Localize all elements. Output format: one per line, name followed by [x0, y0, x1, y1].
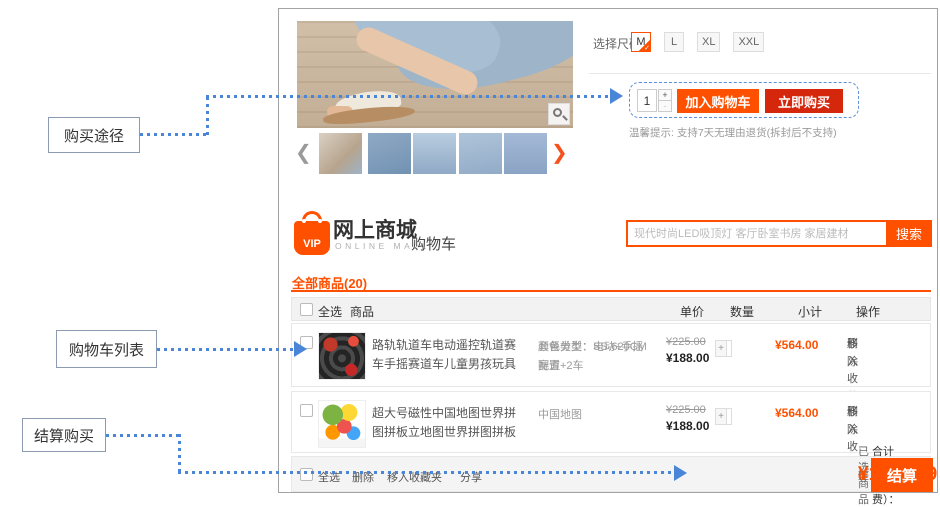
col-product: 商品 [350, 303, 374, 320]
col-quantity: 数量 [730, 303, 754, 320]
size-chip-xl[interactable]: XL [697, 32, 720, 52]
cart-section-title: 全部商品(20) [292, 273, 367, 292]
delete-link[interactable]: 删除 [847, 336, 858, 371]
product-image-china-map[interactable] [318, 400, 366, 448]
vip-bag-logo-icon: VIP [294, 211, 330, 255]
leader-line-3a [106, 434, 180, 437]
thumbnail-2[interactable] [368, 133, 411, 174]
footer-select-all-checkbox[interactable] [300, 468, 313, 481]
thumbnail-4[interactable] [459, 133, 502, 174]
annotation-cart-list: 购物车列表 [56, 330, 157, 368]
quantity-decrease-button[interactable]: - [658, 100, 672, 112]
size-chip-m[interactable]: M ✓ [631, 32, 651, 52]
row-subtotal: ¥564.00 [775, 338, 830, 352]
delete-link[interactable]: 删除 [847, 404, 858, 439]
leader-line-1b [206, 96, 209, 135]
zoom-icon[interactable] [548, 103, 570, 125]
size-chip-xxl[interactable]: XXL [733, 32, 764, 52]
checkout-button[interactable]: 结算 [871, 458, 933, 492]
row-qty-increase-button[interactable]: + [715, 408, 727, 425]
leader-arrow-1 [610, 88, 623, 104]
search-button[interactable]: 搜索 [886, 220, 932, 247]
col-select-all: 全选 [318, 303, 342, 320]
divider [589, 73, 931, 74]
row-subtotal: ¥564.00 [775, 406, 830, 420]
size-chip-l[interactable]: L [664, 32, 684, 52]
thumbnail-1[interactable] [319, 133, 362, 174]
search-input[interactable] [626, 220, 888, 247]
thumbnail-3[interactable] [413, 133, 456, 174]
leader-line-3c [178, 471, 674, 474]
size-options: M ✓ L XL XXL [631, 32, 764, 52]
site-title: 网上商城 [333, 214, 417, 244]
logo-badge: VIP [294, 238, 330, 250]
product-main-photo[interactable] [297, 21, 573, 128]
product-title[interactable]: 路轨轨道车电动遥控轨道赛车手摇赛道车儿童男孩玩具益智智力动脑 [372, 336, 524, 374]
col-operation: 操作 [856, 303, 880, 320]
product-title[interactable]: 超大号磁性中国地图世界拼图拼板立地图世界拼图拼板立体木质早教益智力学生地理男 [372, 404, 524, 442]
add-to-cart-button[interactable]: 加入购物车 [677, 89, 759, 113]
thumbs-prev-icon[interactable]: ❮ [295, 141, 311, 165]
leader-line-1a [140, 133, 209, 136]
leader-arrow-3 [674, 465, 687, 481]
thumbs-next-icon[interactable]: ❯ [551, 141, 567, 165]
page-title: 购物车 [411, 233, 456, 254]
cart-section-header: 全部商品(20) [291, 271, 931, 292]
annotation-checkout: 结算购买 [22, 418, 106, 452]
leader-line-1c [206, 95, 610, 98]
cart-footer-bar: 全选 删除 移入收藏夹 分享 已选商品 6 件 合计（不含运费）： ¥1499.… [291, 456, 931, 492]
row-qty-increase-button[interactable]: + [715, 340, 727, 357]
annotation-purchase-path: 购买途径 [48, 117, 140, 153]
leader-line-3b [178, 434, 181, 472]
cart-table-header: 全选 商品 单价 数量 小计 操作 [291, 297, 931, 321]
cart-row: 超大号磁性中国地图世界拼图拼板立地图世界拼图拼板立体木质早教益智力学生地理男 中… [291, 391, 931, 453]
product-image-track-toy[interactable] [318, 332, 366, 380]
product-cart-panel: ❮ ❯ 选择尺码: M ✓ L XL XXL + - 加入购物车 立即购买 温馨… [278, 8, 938, 493]
thumbnail-5[interactable] [504, 133, 547, 174]
leader-arrow-2 [294, 341, 307, 357]
cart-row: 路轨轨道车电动遥控轨道赛车手摇赛道车儿童男孩玩具益智智力动脑 套餐类型：电动+手… [291, 323, 931, 387]
leader-line-2 [157, 348, 294, 351]
row-checkbox[interactable] [300, 404, 313, 417]
select-all-checkbox[interactable] [300, 303, 313, 316]
col-subtotal: 小计 [798, 303, 822, 320]
return-policy-tip: 温馨提示: 支持7天无理由退货(拆封后不支持) [629, 125, 837, 140]
quantity-input[interactable] [637, 89, 657, 112]
buy-now-button[interactable]: 立即购买 [765, 89, 843, 113]
thumbnail-strip [319, 133, 549, 174]
selected-corner-icon: ✓ [639, 40, 650, 51]
col-unit-price: 单价 [680, 303, 704, 320]
